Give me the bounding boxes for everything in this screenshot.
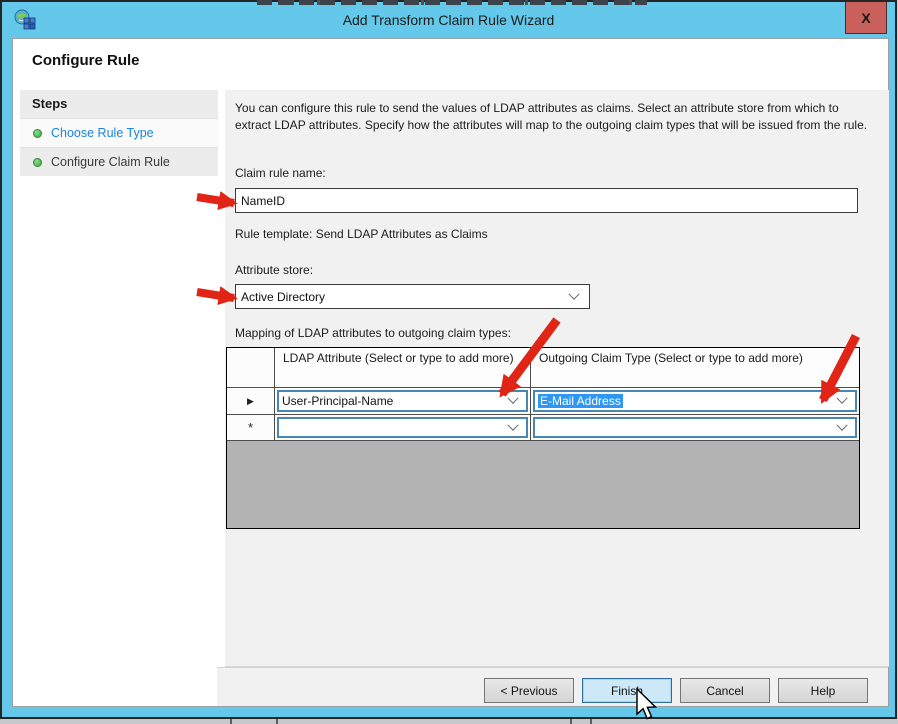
background-divider: [230, 719, 232, 724]
table-row: *: [227, 415, 859, 441]
rule-description: You can configure this rule to send the …: [235, 100, 871, 134]
wizard-client-area: Configure Rule Steps Choose Rule Type Co…: [12, 38, 889, 707]
help-button[interactable]: Help: [778, 678, 868, 703]
wizard-footer: < Previous Finish Cancel Help: [217, 667, 888, 706]
green-dot-icon: [33, 158, 42, 167]
row-selector-cell[interactable]: *: [227, 415, 275, 440]
current-row-arrow-icon: ▶: [247, 396, 254, 407]
outgoing-claim-type-value: E-Mail Address: [538, 394, 623, 408]
cancel-button[interactable]: Cancel: [680, 678, 770, 703]
claim-rule-name-label: Claim rule name:: [235, 166, 326, 180]
background-divider: [590, 719, 592, 724]
ldap-attribute-column-header: LDAP Attribute (Select or type to add mo…: [275, 348, 531, 387]
chevron-down-icon: [836, 419, 847, 430]
desktop-edge-strip: [0, 719, 898, 724]
sidebar-item-label: Configure Claim Rule: [51, 155, 170, 169]
background-divider: [276, 719, 278, 724]
outgoing-claim-type-cell: [531, 415, 859, 440]
chevron-down-icon: [507, 419, 518, 430]
previous-button[interactable]: < Previous: [484, 678, 574, 703]
steps-heading: Steps: [20, 90, 218, 118]
outgoing-claim-type-cell: E-Mail Address: [531, 388, 859, 414]
configure-claim-rule-panel: You can configure this rule to send the …: [225, 90, 889, 667]
attribute-store-label: Attribute store:: [235, 263, 313, 277]
grid-header-row: LDAP Attribute (Select or type to add mo…: [227, 348, 859, 388]
window-title: Add Transform Claim Rule Wizard: [2, 12, 895, 28]
ldap-attribute-cell: User-Principal-Name: [275, 388, 531, 414]
ldap-attribute-dropdown[interactable]: [277, 417, 528, 438]
screenshot-stage: Add Transform Claim Rule Wizard X Config…: [0, 0, 898, 724]
attribute-store-dropdown[interactable]: Active Directory: [235, 284, 590, 309]
claim-rule-name-input[interactable]: [235, 188, 858, 213]
ldap-attribute-cell: [275, 415, 531, 440]
wizard-window: Add Transform Claim Rule Wizard X Config…: [0, 0, 897, 719]
sidebar-item-configure-claim-rule[interactable]: Configure Claim Rule: [20, 147, 218, 176]
chevron-down-icon: [568, 288, 579, 299]
finish-button[interactable]: Finish: [582, 678, 672, 703]
steps-panel: Steps Choose Rule Type Configure Claim R…: [20, 90, 218, 176]
page-title: Configure Rule: [32, 52, 140, 69]
outgoing-claim-type-dropdown[interactable]: E-Mail Address: [533, 390, 857, 412]
new-row-asterisk-icon: *: [248, 420, 253, 435]
table-row: ▶ User-Principal-Name E-Mail Address: [227, 388, 859, 415]
background-divider: [570, 719, 572, 724]
ldap-attribute-value: User-Principal-Name: [282, 394, 393, 408]
mapping-grid: LDAP Attribute (Select or type to add mo…: [226, 347, 860, 529]
row-selector-header: [227, 348, 275, 387]
titlebar[interactable]: Add Transform Claim Rule Wizard X: [2, 2, 895, 38]
outgoing-claim-type-dropdown[interactable]: [533, 417, 857, 438]
outgoing-claim-type-column-header: Outgoing Claim Type (Select or type to a…: [531, 348, 859, 387]
green-dot-icon: [33, 129, 42, 138]
chevron-down-icon: [507, 393, 518, 404]
attribute-store-value: Active Directory: [241, 290, 325, 304]
mapping-label: Mapping of LDAP attributes to outgoing c…: [235, 326, 511, 340]
sidebar-item-label: Choose Rule Type: [51, 126, 154, 140]
row-selector-cell[interactable]: ▶: [227, 388, 275, 414]
close-button[interactable]: X: [845, 2, 887, 34]
adfs-wizard-icon: [14, 9, 36, 31]
occluded-background-text-fragment: [257, 0, 647, 5]
chevron-down-icon: [836, 393, 847, 404]
rule-template-text: Rule template: Send LDAP Attributes as C…: [235, 227, 488, 241]
ldap-attribute-dropdown[interactable]: User-Principal-Name: [277, 390, 528, 412]
sidebar-item-choose-rule-type[interactable]: Choose Rule Type: [20, 118, 218, 147]
